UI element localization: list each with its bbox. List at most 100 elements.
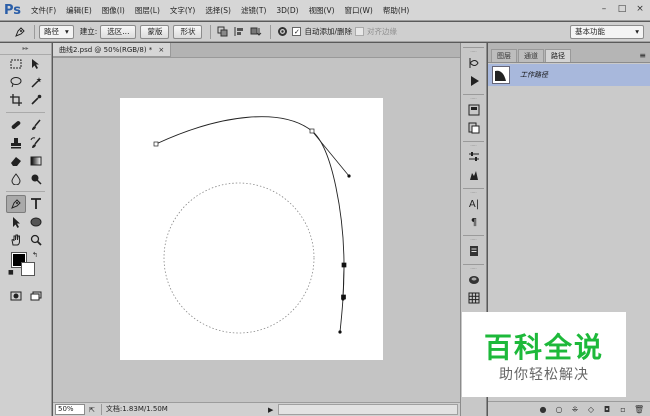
new-path-icon[interactable]: ▫ — [618, 405, 628, 414]
marquee-tool-icon[interactable] — [6, 55, 26, 73]
toolbox: ▸▸ ↰ ■ — [0, 43, 52, 416]
brush-presets-icon[interactable] — [463, 148, 485, 166]
make-mask-button[interactable]: 蒙版 — [140, 24, 170, 39]
options-separator — [210, 24, 212, 39]
menu-view[interactable]: 视图(V) — [304, 0, 340, 21]
align-edges-checkbox[interactable] — [354, 27, 364, 36]
3d-icon[interactable] — [463, 271, 485, 289]
zoom-field[interactable]: 50% — [55, 404, 85, 415]
type-tool-icon[interactable] — [26, 195, 46, 213]
move-tool-icon[interactable] — [26, 55, 46, 73]
direction-handle-point[interactable] — [347, 174, 351, 178]
ellipse-tool-icon[interactable] — [26, 213, 46, 231]
default-colors-icon[interactable]: ■ — [8, 269, 14, 276]
direction-line — [311, 130, 350, 177]
tab-layers[interactable]: 图层 — [491, 49, 517, 62]
trash-icon[interactable]: 🗑 — [634, 405, 644, 414]
anchor-point-selected[interactable] — [341, 294, 346, 300]
panel-footer: ● ○ ⁜ ◇ ◘ ▫ 🗑 — [488, 401, 650, 416]
direction-line — [342, 265, 345, 300]
path-thumbnail — [492, 66, 510, 84]
menu-3d[interactable]: 3D(D) — [271, 0, 303, 21]
background-color-swatch[interactable] — [21, 262, 35, 276]
crop-tool-icon[interactable] — [6, 91, 26, 109]
menu-help[interactable]: 帮助(H) — [378, 0, 415, 21]
notes-icon[interactable] — [463, 242, 485, 260]
path-list-item[interactable]: 工作路径 — [488, 64, 650, 86]
zoom-tool-icon[interactable] — [26, 231, 46, 249]
menu-bar: Ps 文件(F) 编辑(E) 图像(I) 图层(L) 文字(Y) 选择(S) 滤… — [0, 0, 650, 21]
blur-tool-icon[interactable] — [6, 170, 26, 188]
close-button[interactable]: × — [634, 3, 646, 15]
menu-select[interactable]: 选择(S) — [200, 0, 236, 21]
make-selection-button[interactable]: 选区... — [100, 24, 137, 39]
lasso-tool-icon[interactable] — [6, 73, 26, 91]
direction-handle-point[interactable] — [338, 330, 342, 334]
anchor-point[interactable] — [341, 262, 347, 268]
auto-add-delete-checkbox[interactable]: ✓ — [292, 27, 302, 36]
status-menu-arrow-icon[interactable]: ▶ — [268, 406, 278, 414]
panel-tabs: 图层 通道 路径 — [488, 43, 650, 63]
path-operations-icon[interactable] — [215, 25, 229, 39]
load-selection-icon[interactable]: ⁜ — [570, 405, 580, 414]
circle-selection-marquee — [163, 182, 315, 334]
workspace-select[interactable]: 基本功能 ▾ — [570, 25, 644, 39]
chevron-down-icon: ▾ — [635, 27, 639, 36]
eyedropper-tool-icon[interactable] — [26, 91, 46, 109]
properties-icon[interactable] — [463, 119, 485, 137]
menu-edit[interactable]: 编辑(E) — [61, 0, 97, 21]
paragraph-icon[interactable]: ¶ — [463, 213, 485, 231]
align-edges-label: 对齐边缘 — [366, 27, 397, 36]
gear-icon[interactable] — [275, 25, 289, 39]
healing-brush-tool-icon[interactable] — [6, 116, 26, 134]
pen-icon[interactable] — [10, 24, 30, 40]
dodge-tool-icon[interactable] — [26, 170, 46, 188]
horizontal-scrollbar[interactable] — [278, 404, 458, 415]
panel-menu-icon[interactable]: ≡ — [639, 51, 646, 60]
eraser-tool-icon[interactable] — [6, 152, 26, 170]
hand-tool-icon[interactable] — [6, 231, 26, 249]
add-mask-icon[interactable]: ◘ — [602, 405, 612, 414]
gradient-tool-icon[interactable] — [26, 152, 46, 170]
menu-layer[interactable]: 图层(L) — [130, 0, 165, 21]
toolbox-grip[interactable]: ▸▸ — [0, 43, 51, 55]
history-icon[interactable] — [463, 54, 485, 72]
menu-type[interactable]: 文字(Y) — [165, 0, 200, 21]
menu-filter[interactable]: 滤镜(T) — [236, 0, 271, 21]
swap-colors-icon[interactable]: ↰ — [32, 251, 38, 259]
character-icon[interactable]: A| — [463, 195, 485, 213]
tab-paths[interactable]: 路径 — [545, 49, 571, 62]
screen-mode-icon[interactable] — [26, 287, 46, 305]
pen-tool-icon[interactable] — [6, 195, 26, 213]
path-name: 工作路径 — [520, 71, 548, 79]
clone-stamp-tool-icon[interactable] — [6, 134, 26, 152]
path-arrangement-icon[interactable] — [249, 25, 263, 39]
make-work-path-icon[interactable]: ◇ — [586, 405, 596, 414]
maximize-button[interactable]: □ — [616, 3, 628, 15]
auto-add-delete-label: 自动添加/删除 — [304, 27, 352, 36]
magic-wand-tool-icon[interactable] — [26, 73, 46, 91]
path-selection-tool-icon[interactable] — [6, 213, 26, 231]
path-alignment-icon[interactable] — [232, 25, 246, 39]
quick-mask-icon[interactable] — [6, 287, 26, 305]
clone-source-icon[interactable] — [463, 166, 485, 184]
export-icon[interactable]: ⇱ — [89, 406, 95, 414]
anchor-point[interactable] — [153, 141, 159, 147]
minimize-button[interactable]: – — [598, 3, 610, 15]
mode-select[interactable]: 路径 ▾ — [39, 24, 74, 39]
actions-play-icon[interactable] — [463, 72, 485, 90]
make-shape-button[interactable]: 形状 — [173, 24, 203, 39]
adjustments-icon[interactable] — [463, 101, 485, 119]
grid-icon[interactable] — [463, 289, 485, 307]
toolbox-separator — [6, 191, 45, 192]
tab-channels[interactable]: 通道 — [518, 49, 544, 62]
history-brush-tool-icon[interactable] — [26, 134, 46, 152]
fill-path-icon[interactable]: ● — [538, 405, 548, 414]
stroke-path-icon[interactable]: ○ — [554, 405, 564, 414]
menu-window[interactable]: 窗口(W) — [340, 0, 378, 21]
options-separator — [270, 24, 272, 39]
brush-tool-icon[interactable] — [26, 116, 46, 134]
menu-file[interactable]: 文件(F) — [26, 0, 61, 21]
menu-image[interactable]: 图像(I) — [97, 0, 130, 21]
anchor-point[interactable] — [309, 128, 315, 134]
